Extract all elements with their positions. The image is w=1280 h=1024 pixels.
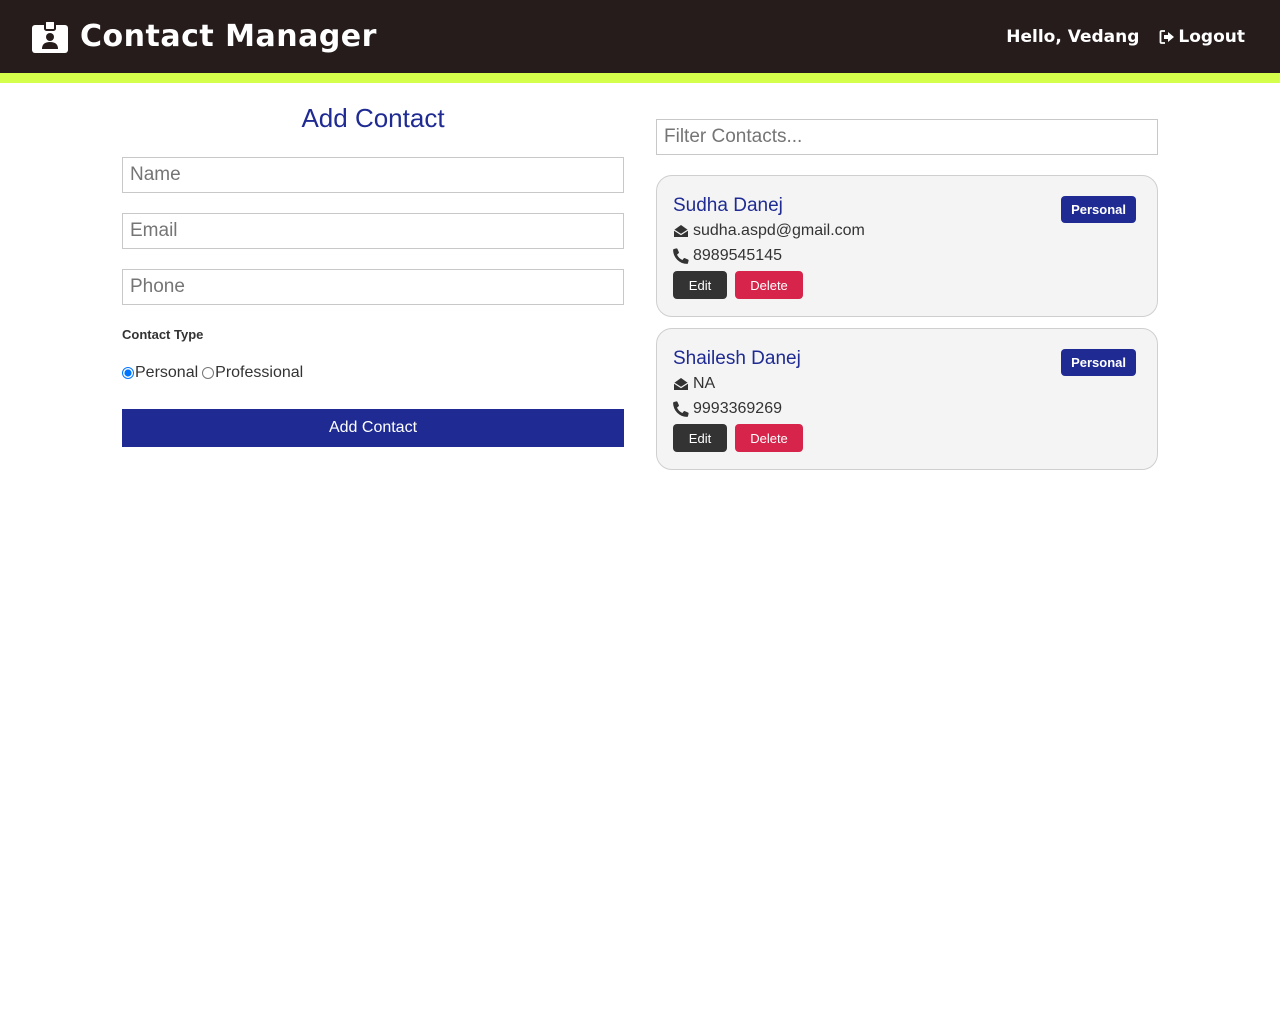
phone-input[interactable] (122, 269, 624, 305)
contact-type-badge: Personal (1061, 349, 1136, 376)
contact-email: sudha.aspd@gmail.com (693, 222, 865, 239)
contact-list: Sudha Danej Personal sudha.aspd@gmail.co… (656, 175, 1158, 470)
name-input[interactable] (122, 157, 624, 193)
edit-button[interactable]: Edit (673, 271, 727, 299)
phone-icon (673, 401, 693, 417)
phone-icon (673, 248, 693, 264)
navbar: Contact Manager Hello, Vedang Logout (0, 0, 1280, 73)
navbar-accent-bar (0, 73, 1280, 83)
contacts-panel: Sudha Danej Personal sudha.aspd@gmail.co… (656, 119, 1158, 481)
nav-links: Hello, Vedang Logout (1006, 27, 1245, 47)
contact-card: Sudha Danej Personal sudha.aspd@gmail.co… (656, 175, 1158, 317)
radio-professional-label: Professional (215, 364, 304, 381)
brand[interactable]: Contact Manager (32, 19, 377, 54)
contact-phone-row: 8989545145 (673, 244, 1141, 268)
add-contact-form: Add Contact Contact Type Personal Profes… (122, 100, 624, 447)
radio-option-professional[interactable]: Professional (202, 364, 303, 382)
sign-out-icon (1159, 29, 1175, 45)
edit-button[interactable]: Edit (673, 424, 727, 452)
filter-input[interactable] (656, 119, 1158, 155)
app-title: Contact Manager (80, 19, 377, 54)
contact-phone: 8989545145 (693, 247, 782, 264)
envelope-open-icon (673, 376, 693, 392)
contact-type-options: Personal Professional (122, 363, 624, 383)
radio-personal[interactable] (122, 367, 134, 379)
contact-type-label: Contact Type (122, 327, 204, 342)
delete-button[interactable]: Delete (735, 271, 803, 299)
form-title: Add Contact (301, 103, 445, 133)
user-greeting: Hello, Vedang (1006, 26, 1140, 47)
contact-actions: Edit Delete (673, 424, 1141, 452)
contact-email: NA (693, 375, 716, 392)
radio-option-personal[interactable]: Personal (122, 364, 198, 382)
contact-phone: 9993369269 (693, 400, 782, 417)
add-contact-button[interactable]: Add Contact (122, 409, 624, 447)
radio-professional[interactable] (202, 367, 215, 379)
logout-label: Logout (1178, 26, 1245, 47)
email-input[interactable] (122, 213, 624, 249)
envelope-open-icon (673, 223, 693, 239)
contact-card: Shailesh Danej Personal NA 9993369269 Ed… (656, 328, 1158, 470)
contact-actions: Edit Delete (673, 271, 1141, 299)
logout-link[interactable]: Logout (1159, 27, 1245, 47)
radio-personal-label: Personal (135, 364, 199, 381)
contact-type-badge: Personal (1061, 196, 1136, 223)
contact-phone-row: 9993369269 (673, 397, 1141, 421)
delete-button[interactable]: Delete (735, 424, 803, 452)
id-badge-icon (32, 20, 68, 53)
